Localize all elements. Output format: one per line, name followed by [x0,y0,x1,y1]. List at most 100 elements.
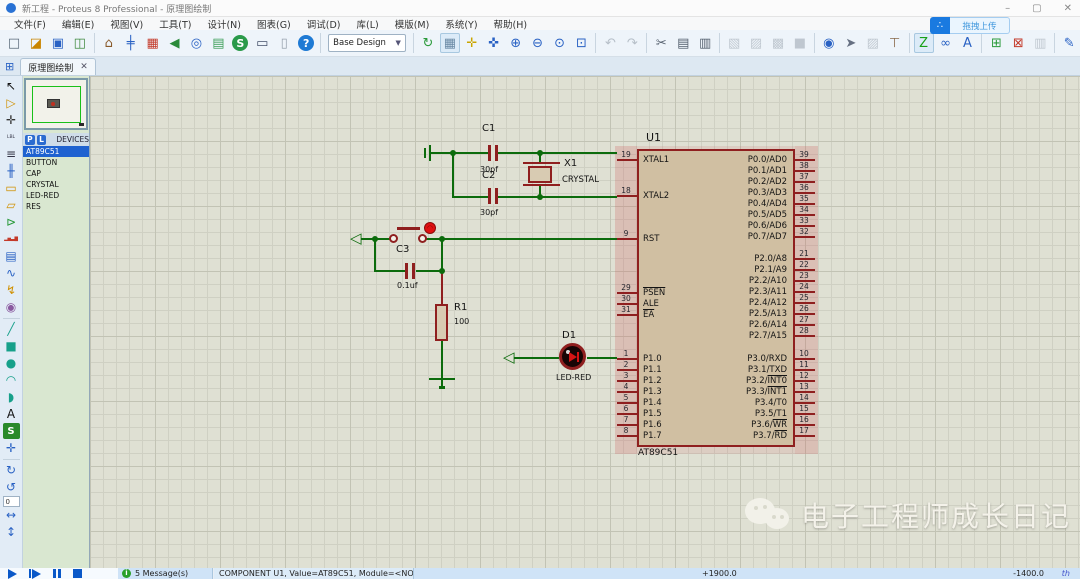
arc-mode-icon[interactable]: ◠ [3,372,20,388]
make-device-icon[interactable]: ⊤ [885,33,905,53]
symbol-mode-icon[interactable]: S [2,423,20,439]
pick-devices-button[interactable]: P [25,134,35,145]
resistor-r1[interactable] [435,304,448,341]
pcb-layout-icon[interactable]: ▦ [143,33,163,53]
marker-mode-icon[interactable]: ✛ [3,440,20,456]
schematic-capture-icon[interactable]: ╪ [121,33,141,53]
subcircuit-mode-icon[interactable]: ▭ [3,180,20,196]
schematic-canvas[interactable]: ◠ ◁ ◁ 19 XTAL1 18 XTAL2 9 RST 29 PSEN 30… [90,76,1080,568]
messages-segment[interactable]: i 5 Message(s) [118,568,213,579]
drag-upload-button[interactable]: ∴ 拖拽上传 [930,17,1010,34]
graph-mode-icon[interactable]: ▂▅▃▇ [3,231,20,247]
3d-visualizer-icon[interactable]: ◀ [165,33,185,53]
zoom-area-icon[interactable]: ⊡ [572,33,592,53]
junction-dot-mode-icon[interactable]: ✛ [3,112,20,128]
wire-segment[interactable] [431,152,617,154]
power-rail-symbol[interactable] [429,145,431,161]
crystal-x1[interactable] [528,166,552,183]
push-button[interactable] [397,227,420,230]
wire-segment[interactable] [441,270,443,306]
terminal-arrow-icon[interactable]: ◁ [503,350,515,365]
rotate-cw-icon[interactable]: ↻ [3,462,20,478]
device-list-item[interactable]: BUTTON [23,157,89,168]
line-mode-icon[interactable]: ╱ [3,321,20,337]
tab-close-icon[interactable]: ✕ [80,62,88,72]
path-mode-icon[interactable]: ◗ [3,389,20,405]
search-tags-icon[interactable]: ∞ [936,33,956,53]
origin-icon[interactable]: ✛ [462,33,482,53]
terminal-arrow-icon[interactable]: ◁ [350,231,362,246]
close-button[interactable]: ✕ [1064,3,1072,14]
device-pins-mode-icon[interactable]: ⊳ [3,214,20,230]
push-button[interactable] [389,234,398,243]
zoom-all-icon[interactable]: ⊙ [550,33,570,53]
wire-label-mode-icon[interactable]: LBL [3,129,20,145]
design-explorer-icon[interactable]: ▤ [208,33,228,53]
remove-sheet-icon[interactable]: ⊠ [1008,33,1028,53]
menu-item[interactable]: 库(L) [349,17,387,31]
tab-schematic[interactable]: 原理图绘制 ✕ [20,58,96,75]
play-button[interactable] [8,568,17,579]
capacitor-c1[interactable] [488,145,491,161]
pan-icon[interactable]: ✜ [484,33,504,53]
mirror-x-icon[interactable]: ↔ [3,507,20,523]
home-page-icon[interactable]: ⌂ [99,33,119,53]
pause-button[interactable] [53,569,61,578]
cut-icon[interactable]: ✂ [651,33,671,53]
wire-segment[interactable] [452,196,617,198]
device-list-item[interactable]: RES [23,201,89,212]
crystal-x1[interactable] [523,184,560,186]
bill-of-materials-icon[interactable]: S [232,35,249,51]
device-list-item[interactable]: CAP [23,168,89,179]
circle-mode-icon[interactable]: ● [3,355,20,371]
menu-item[interactable]: 图表(G) [249,17,299,31]
wire-segment[interactable] [441,238,443,272]
selection-mode-icon[interactable]: ↖ [3,78,20,94]
design-scope-dropdown[interactable]: Base Design ▼ [328,34,406,52]
menu-item[interactable]: 模版(M) [387,17,438,31]
voltage-probe-mode-icon[interactable]: ↯ [3,282,20,298]
box-mode-icon[interactable]: ■ [3,338,20,354]
capacitor-c2[interactable] [495,188,498,204]
capacitor-c2[interactable] [488,188,491,204]
copy-icon[interactable]: ▤ [673,33,693,53]
capacitor-c1[interactable] [495,145,498,161]
zoom-in-icon[interactable]: ⊕ [506,33,526,53]
menu-item[interactable]: 工具(T) [151,17,199,31]
close-project-icon[interactable]: ◫ [70,33,90,53]
maximize-button[interactable]: ▢ [1032,3,1041,14]
wire-segment[interactable] [374,270,405,272]
gerber-viewer-icon[interactable]: ◎ [187,33,207,53]
text-script-mode-icon[interactable]: ≡ [3,146,20,162]
menu-item[interactable]: 编辑(E) [54,17,102,31]
library-manager-button[interactable]: L [36,134,47,145]
pick-parts-icon[interactable]: ➤ [841,33,861,53]
wire-segment[interactable] [426,238,617,240]
device-list-item[interactable]: AT89C51 [23,146,89,157]
rotation-angle-input[interactable]: 0 [2,496,20,507]
wire-segment[interactable] [514,357,559,359]
new-sheet-icon[interactable]: ⊞ [986,33,1006,53]
menu-item[interactable]: 文件(F) [6,17,54,31]
terminals-mode-icon[interactable]: ▱ [3,197,20,213]
step-button[interactable] [29,568,41,579]
property-assignment-icon[interactable]: A [958,33,978,53]
component-mode-icon[interactable]: ▷ [3,95,20,111]
led-d1[interactable] [559,343,586,370]
wire-segment[interactable] [374,238,376,272]
stop-button[interactable] [73,569,82,578]
rotate-ccw-icon[interactable]: ↺ [3,479,20,495]
grid-toggle-icon[interactable]: ▦ [439,33,460,53]
open-project-icon[interactable]: ◪ [26,33,46,53]
device-list-item[interactable]: CRYSTAL [23,179,89,190]
generator-mode-icon[interactable]: ∿ [3,265,20,281]
capacitor-c3[interactable] [412,263,415,279]
design-notes-icon[interactable]: ✎ [1059,33,1079,53]
menu-item[interactable]: 帮助(H) [486,17,536,31]
project-notes-icon[interactable]: ▯ [274,33,294,53]
menu-item[interactable]: 调试(D) [299,17,349,31]
redraw-icon[interactable]: ↻ [418,33,438,53]
minimize-button[interactable]: – [1005,3,1010,14]
menu-item[interactable]: 设计(N) [199,17,249,31]
wire-segment[interactable] [452,152,454,198]
